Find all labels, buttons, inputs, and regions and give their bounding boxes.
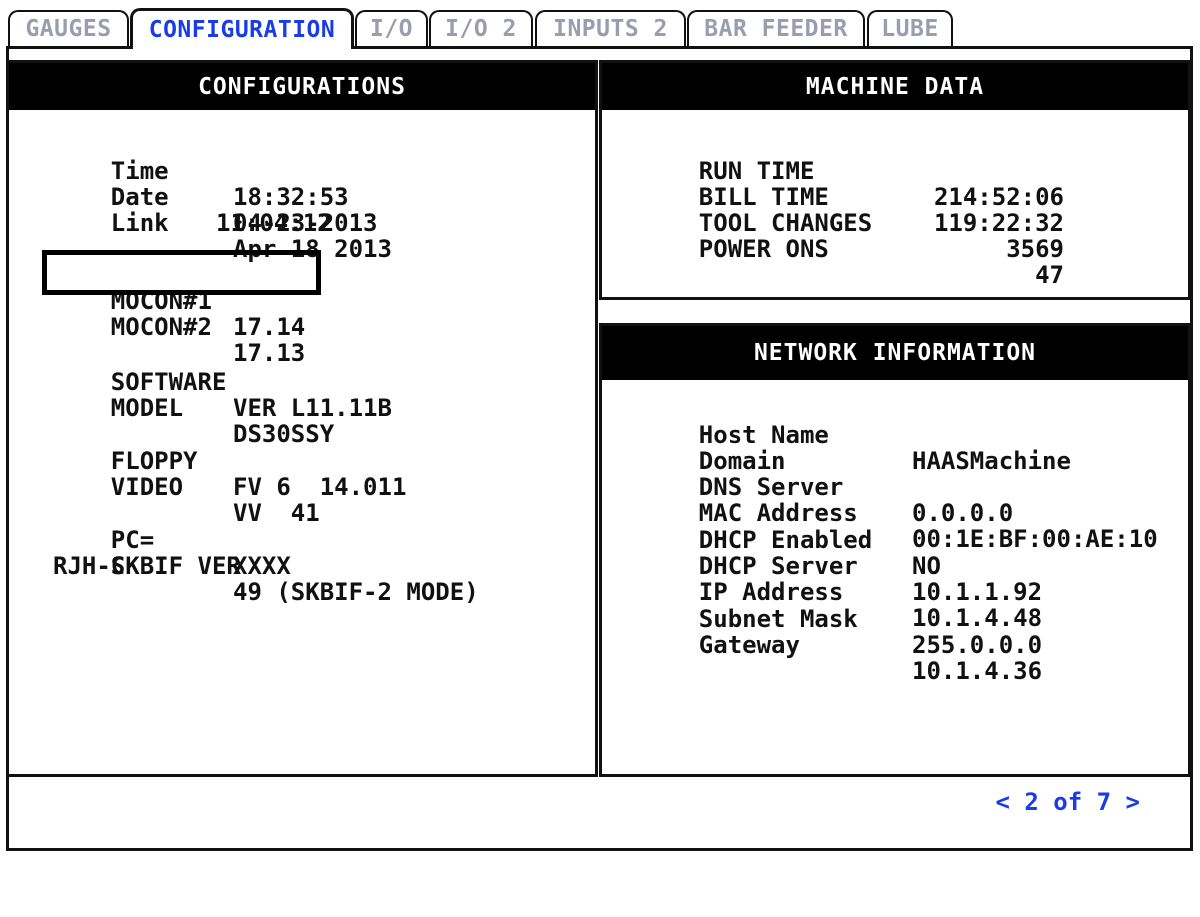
- model-value: DS30SSY: [233, 420, 335, 448]
- link-label: Link: [110, 209, 169, 237]
- video-value: VV 41: [233, 499, 320, 527]
- skbif-value: 49 (SKBIF-2 MODE): [233, 578, 479, 606]
- domain-label: Domain: [698, 447, 786, 475]
- rjh-label: RJH-C: [53, 552, 126, 580]
- power-ons-value: 47: [1035, 261, 1064, 289]
- dhcp-server-value: 10.1.1.92: [912, 578, 1043, 606]
- pc-value: XXXX: [233, 552, 291, 580]
- software-label: SOFTWARE: [110, 368, 227, 396]
- mocon2-value: 17.13: [233, 339, 306, 367]
- network-information-header: NETWORK INFORMATION: [602, 326, 1188, 380]
- link-time-value: 11:04:12: [216, 209, 332, 237]
- tab-lube[interactable]: LUBE: [867, 10, 953, 46]
- mac-address-value: 00:1E:BF:00:AE:10: [912, 525, 1158, 553]
- tab-configuration[interactable]: CONFIGURATION: [130, 8, 354, 49]
- power-ons-label: POWER ONS: [698, 235, 829, 263]
- tab-bar-feeder[interactable]: BAR FEEDER: [687, 10, 865, 46]
- subnet-mask-label: Subnet Mask: [698, 605, 858, 633]
- gateway-label: Gateway: [698, 631, 800, 659]
- tab-inputs-2[interactable]: INPUTS 2: [535, 10, 686, 46]
- date-label: Date: [110, 183, 169, 211]
- mocon2-label: MOCON#2: [110, 313, 212, 341]
- configurations-header: CONFIGURATIONS: [9, 63, 595, 110]
- time-label: Time: [110, 157, 169, 185]
- ip-address-value: 10.1.4.48: [912, 604, 1043, 632]
- power-ons-row: POWER ONS 47: [641, 210, 1064, 314]
- dhcp-enabled-label: DHCP Enabled: [698, 526, 873, 554]
- dns-server-label: DNS Server: [698, 473, 844, 501]
- model-label: MODEL: [110, 394, 184, 422]
- ip-address-label: IP Address: [698, 578, 844, 606]
- dhcp-server-label: DHCP Server: [698, 552, 858, 580]
- link-value: Apr 18 2013: [233, 235, 392, 263]
- tab-io-2[interactable]: I/O 2: [429, 10, 533, 46]
- tab-gauges[interactable]: GAUGES: [8, 10, 129, 46]
- host-name-label: Host Name: [698, 421, 829, 449]
- dns-server-value: 0.0.0.0: [912, 499, 1014, 527]
- gateway-value: 10.1.4.36: [912, 657, 1043, 685]
- mocon1-label: MOCON#1: [110, 287, 212, 315]
- dhcp-enabled-value: NO: [912, 552, 941, 580]
- floppy-value: FV 6 14.011: [233, 473, 407, 501]
- mac-address-label: MAC Address: [698, 499, 858, 527]
- video-label: VIDEO: [110, 473, 184, 501]
- skbif-label: SKBIF VER: [110, 552, 241, 580]
- time-value: 18:32:53: [233, 183, 349, 211]
- floppy-label: FLOPPY: [110, 447, 198, 475]
- page-indicator[interactable]: < 2 of 7 >: [996, 788, 1141, 816]
- machine-data-header: MACHINE DATA: [602, 63, 1188, 110]
- mocon1-value: 17.14: [233, 313, 306, 341]
- tab-io[interactable]: I/O: [355, 10, 428, 46]
- subnet-mask-value: 255.0.0.0: [912, 631, 1043, 659]
- gateway-row: Gateway 10.1.4.36: [641, 606, 1042, 710]
- host-name-value: HAASMachine: [912, 447, 1071, 475]
- pc-label: PC=: [110, 526, 155, 554]
- software-value: VER L11.11B: [233, 394, 392, 422]
